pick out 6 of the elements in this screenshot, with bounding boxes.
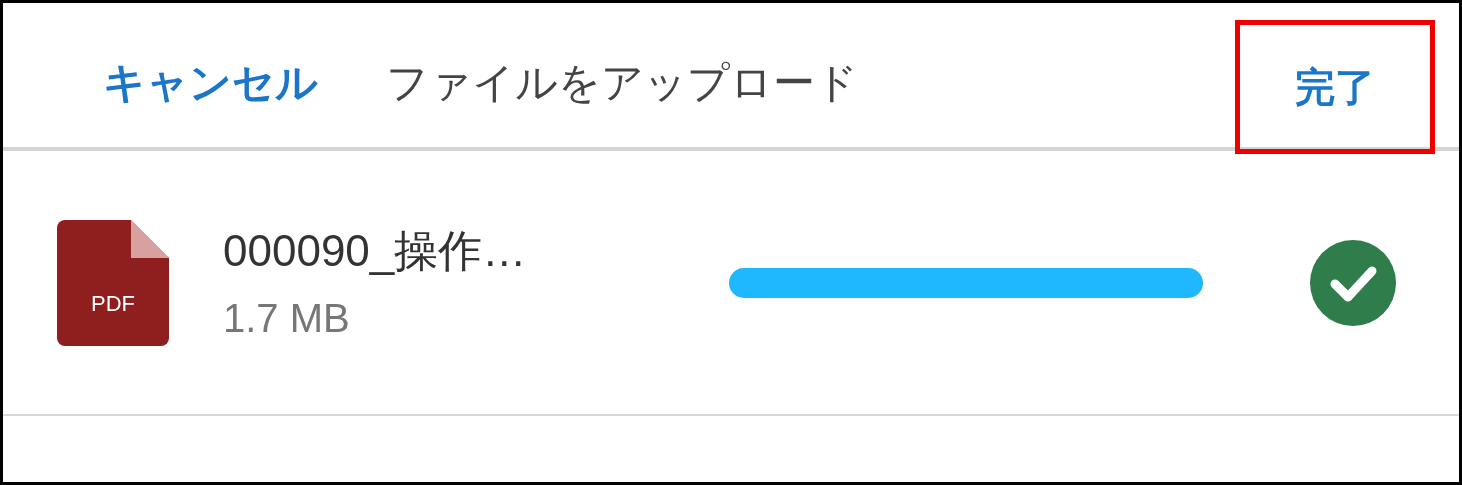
file-name: 000090_操作… [223,224,528,277]
done-button[interactable]: 完了 [1295,57,1375,117]
dialog-title: ファイルをアップロード [386,57,858,108]
file-size: 1.7 MB [223,294,351,342]
cancel-button[interactable]: キャンセル [103,50,318,114]
pdf-file-icon: PDF [57,219,169,346]
